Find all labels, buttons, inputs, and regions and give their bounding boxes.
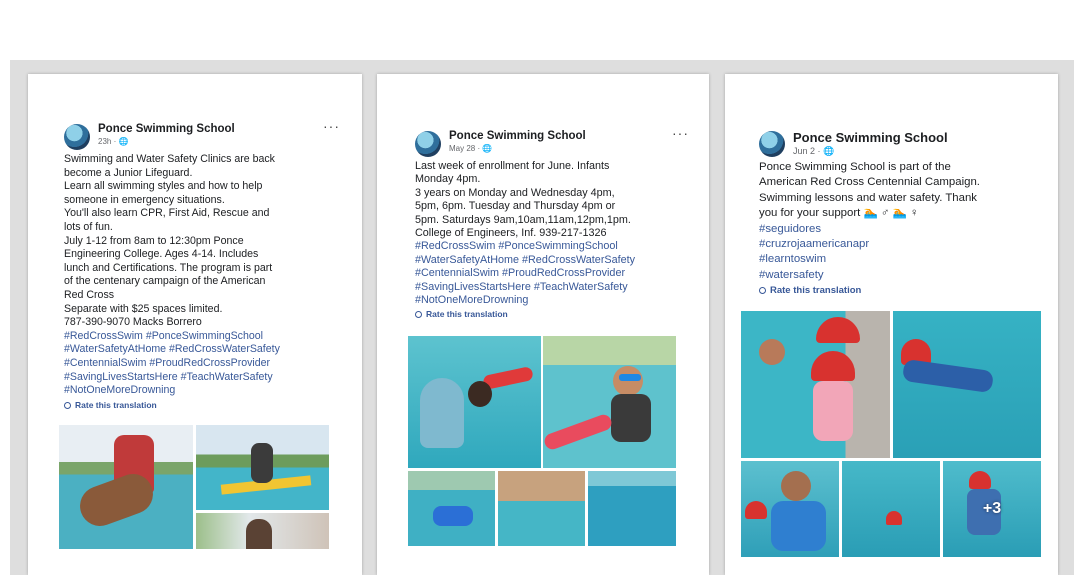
- post-meta: Jun 2 · 🌐: [793, 146, 834, 157]
- post-time[interactable]: Jun 2 ·: [793, 146, 823, 156]
- text-line: You'll also learn CPR, First Aid, Rescue…: [64, 207, 270, 220]
- page-avatar[interactable]: [64, 124, 90, 150]
- hashtag-line[interactable]: #RedCrossSwim #PonceSwimmingSchool: [415, 240, 675, 253]
- text-line: Monday 4pm.: [415, 173, 481, 186]
- post-meta: May 28 · 🌐: [449, 144, 492, 153]
- hashtag-line[interactable]: #WaterSafetyAtHome #RedCrossWaterSafety: [415, 254, 675, 267]
- text-line: American Red Cross Centennial Campaign.: [759, 176, 980, 189]
- translate-icon: [64, 401, 71, 409]
- hashtag-line[interactable]: #SavingLivesStartsHere #TeachWaterSafety: [415, 281, 675, 294]
- page-avatar[interactable]: [415, 131, 441, 157]
- post-photo-5[interactable]: [588, 471, 676, 546]
- hashtag-line[interactable]: #CentennialSwim #ProudRedCrossProvider: [64, 357, 326, 371]
- hashtag-line[interactable]: #cruzrojaamericanapr: [759, 237, 1033, 252]
- post-card-1: Ponce Swimming School 23h · 🌐 ··· Swimmi…: [28, 74, 362, 575]
- post-photo-1[interactable]: [741, 311, 890, 458]
- text-line: Separate with $25 spaces limited.: [64, 302, 223, 315]
- rate-translation-label: Rate this translation: [426, 309, 508, 320]
- post-photo-1[interactable]: [59, 425, 193, 549]
- post-header: Ponce Swimming School Jun 2 · 🌐: [759, 130, 1033, 160]
- rate-translation-link[interactable]: Rate this translation: [759, 285, 1033, 296]
- text-line: Red Cross: [64, 288, 115, 301]
- text-line: lunch and Certifications. The program is…: [64, 261, 273, 274]
- translate-icon: [415, 311, 422, 319]
- hashtag-line[interactable]: #SavingLivesStartsHere #TeachWaterSafety: [64, 371, 326, 385]
- post-photo-3[interactable]: [408, 471, 495, 546]
- page-name[interactable]: Ponce Swimming School: [449, 130, 586, 142]
- text-line: lots of fun.: [64, 220, 113, 233]
- text-line: Swimming lessons and water safety. Thank: [759, 191, 977, 204]
- post-text: Swimming and Water Safety Clinics are ba…: [64, 153, 326, 398]
- text-line: of the centenary campaign of the America…: [64, 275, 266, 288]
- post-time[interactable]: 23h ·: [98, 137, 118, 146]
- post-content: Ponce Swimming School Jun 2 · 🌐 Ponce Sw…: [759, 130, 1033, 296]
- text-line: you for your support 🏊 ♂ 🏊 ♀: [759, 207, 919, 220]
- text-line: 5pm, 6pm. Tuesday and Thursday 4pm or: [415, 200, 616, 213]
- hashtag-line[interactable]: #NotOneMoreDrowning: [415, 294, 675, 307]
- post-card-2: Ponce Swimming School May 28 · 🌐 ··· Las…: [377, 74, 709, 575]
- page-avatar[interactable]: [759, 131, 785, 157]
- hashtag-line[interactable]: #watersafety: [759, 268, 1033, 283]
- text-line: College of Engineers, Inf. 939-217-1326: [415, 227, 607, 240]
- rate-translation-label: Rate this translation: [75, 399, 157, 410]
- text-line: become a Junior Lifeguard.: [64, 166, 193, 179]
- page-name[interactable]: Ponce Swimming School: [98, 123, 235, 135]
- post-photo-2[interactable]: [543, 336, 676, 468]
- post-header: Ponce Swimming School May 28 · 🌐 ···: [415, 125, 688, 160]
- hashtag-line[interactable]: #learntoswim: [759, 252, 1033, 267]
- translate-icon: [759, 287, 766, 295]
- post-text: Last week of enrollment for June. Infant…: [415, 160, 675, 307]
- post-content: Ponce Swimming School May 28 · 🌐 ··· Las…: [415, 125, 688, 319]
- more-options-icon[interactable]: ···: [672, 125, 689, 141]
- text-line: July 1-12 from 8am to 12:30pm Ponce: [64, 234, 244, 247]
- post-photo-4[interactable]: [498, 471, 585, 546]
- post-content: Ponce Swimming School 23h · 🌐 ··· Swimmi…: [64, 118, 339, 410]
- rate-translation-link[interactable]: Rate this translation: [64, 400, 326, 410]
- page-name[interactable]: Ponce Swimming School: [793, 130, 948, 145]
- post-meta: 23h · 🌐: [98, 137, 128, 146]
- rate-translation-label: Rate this translation: [770, 285, 862, 297]
- globe-icon: 🌐: [118, 137, 129, 146]
- post-photo-4[interactable]: [842, 461, 940, 557]
- post-photo-5[interactable]: +3: [943, 461, 1041, 557]
- text-line: Swimming and Water Safety Clinics are ba…: [64, 153, 275, 165]
- text-line: 3 years on Monday and Wednesday 4pm,: [415, 186, 615, 199]
- more-photos-count[interactable]: +3: [943, 461, 1041, 557]
- globe-icon: 🌐: [823, 146, 835, 156]
- hashtag-line[interactable]: #RedCrossSwim #PonceSwimmingSchool: [64, 330, 326, 344]
- post-photo-1[interactable]: [408, 336, 541, 468]
- post-time[interactable]: May 28 ·: [449, 144, 482, 153]
- hashtag-line[interactable]: #WaterSafetyAtHome #RedCrossWaterSafety: [64, 343, 326, 357]
- post-text: Ponce Swimming School is part of the Ame…: [759, 160, 1033, 283]
- post-photo-2[interactable]: [196, 425, 329, 510]
- text-line: Engineering College. Ages 4-14. Includes: [64, 248, 259, 261]
- text-line: Last week of enrollment for June. Infant…: [415, 160, 610, 172]
- hashtag-line[interactable]: #NotOneMoreDrowning: [64, 384, 326, 398]
- text-line: 787-390-9070 Macks Borrero: [64, 316, 202, 329]
- post-photo-3[interactable]: [741, 461, 839, 557]
- post-photo-3[interactable]: [196, 513, 329, 549]
- post-photo-2[interactable]: [893, 311, 1041, 458]
- text-line: Ponce Swimming School is part of the: [759, 161, 951, 173]
- hashtag-line[interactable]: #seguidores: [759, 222, 1033, 237]
- text-line: someone in emergency situations.: [64, 193, 225, 206]
- text-line: Learn all swimming styles and how to hel…: [64, 180, 263, 193]
- post-card-3: Ponce Swimming School Jun 2 · 🌐 Ponce Sw…: [725, 74, 1058, 575]
- post-header: Ponce Swimming School 23h · 🌐 ···: [64, 118, 339, 153]
- more-options-icon[interactable]: ···: [323, 118, 340, 134]
- text-line: 5pm. Saturdays 9am,10am,11am,12pm,1pm.: [415, 213, 631, 226]
- rate-translation-link[interactable]: Rate this translation: [415, 309, 675, 319]
- globe-icon: 🌐: [482, 144, 493, 153]
- hashtag-line[interactable]: #CentennialSwim #ProudRedCrossProvider: [415, 267, 675, 280]
